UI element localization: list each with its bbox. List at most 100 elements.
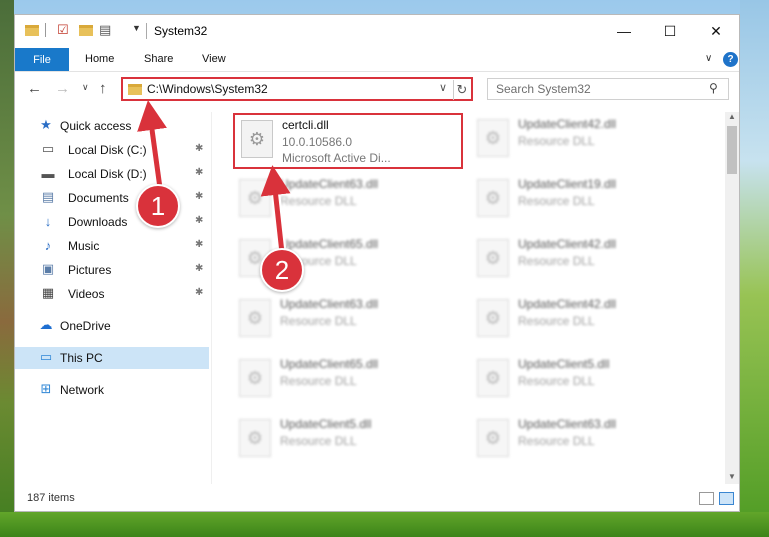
pane-divider[interactable] (211, 112, 212, 484)
dll-file-icon: ⚙ (477, 419, 509, 457)
file-name: certcli.dll (282, 118, 329, 132)
file-type: Resource DLL (280, 434, 357, 448)
sidebar-item-label: Documents (68, 191, 129, 205)
file-name: UpdateClient19.dll (518, 177, 617, 191)
folder-icon (25, 25, 39, 36)
title-separator (146, 23, 147, 39)
ribbon-tabs: File Home Share View ∨ ? (15, 48, 739, 72)
folder-icon (128, 84, 142, 95)
step-callout-2: 2 (260, 248, 304, 292)
sidebar-item-network[interactable]: ⊞ Network (15, 379, 209, 401)
close-button[interactable]: ✕ (693, 15, 739, 47)
sidebar-item-label: Music (68, 239, 100, 253)
sidebar-item-local-disk-d[interactable]: ▬ Local Disk (D:) ✱ (15, 163, 209, 185)
search-box[interactable]: Search System32 ⚲ (487, 78, 729, 100)
sidebar-item-this-pc[interactable]: ▭ This PC (15, 347, 209, 369)
search-icon[interactable]: ⚲ (709, 81, 718, 95)
dll-file-icon: ⚙ (241, 120, 273, 158)
sidebar-item-pictures[interactable]: ▣ Pictures ✱ (15, 259, 209, 281)
tab-file[interactable]: File (15, 48, 69, 71)
sidebar-item-label: Local Disk (C:) (68, 143, 147, 157)
sidebar-item-music[interactable]: ♪ Music ✱ (15, 235, 209, 257)
pin-icon[interactable]: ✱ (195, 191, 203, 202)
sidebar-item-videos[interactable]: ▦ Videos ✱ (15, 283, 209, 305)
vertical-scrollbar[interactable]: ▲ ▼ (725, 112, 739, 484)
maximize-button[interactable]: ☐ (647, 15, 693, 47)
desktop-background-right (740, 0, 769, 537)
tab-view[interactable]: View (202, 53, 226, 65)
drive-icon: ▭ (41, 141, 55, 156)
file-type: Resource DLL (518, 374, 595, 388)
file-item-certcli[interactable]: ⚙ certcli.dll 10.0.10586.0 Microsoft Act… (233, 113, 463, 169)
file-item[interactable]: ⚙ UpdateClient63.dll Resource DLL (233, 174, 463, 230)
sidebar-item-label: Quick access (60, 119, 132, 133)
sidebar-item-label: OneDrive (60, 319, 111, 333)
item-count: 187 items (27, 492, 75, 504)
tab-share[interactable]: Share (144, 53, 173, 65)
sidebar-item-local-disk-c[interactable]: ▭ Local Disk (C:) ✱ (15, 139, 209, 161)
desktop-background-bottom (0, 512, 769, 537)
pin-icon[interactable]: ✱ (195, 167, 203, 178)
file-item[interactable]: ⚙ UpdateClient5.dll Resource DLL (471, 354, 701, 410)
toolbar-separator (45, 23, 46, 37)
file-type: Resource DLL (518, 134, 595, 148)
details-view-icon[interactable] (699, 492, 714, 505)
address-path[interactable]: C:\Windows\System32 (147, 82, 268, 96)
sidebar-item-downloads[interactable]: ↓ Downloads ✱ (15, 211, 209, 233)
file-type: Resource DLL (518, 194, 595, 208)
cloud-icon: ☁ (39, 317, 53, 332)
properties-icon[interactable]: ☑ (57, 22, 69, 38)
documents-icon: ▤ (41, 189, 55, 204)
file-item[interactable]: ⚙ UpdateClient65.dll Resource DLL (233, 354, 463, 410)
dll-file-icon: ⚙ (239, 359, 271, 397)
scroll-up-icon[interactable]: ▲ (728, 112, 736, 121)
customize-toolbar-icon[interactable]: ▤ (99, 22, 111, 38)
file-item[interactable]: ⚙ UpdateClient63.dll Resource DLL (233, 294, 463, 350)
refresh-icon[interactable]: ↻ (453, 80, 470, 100)
tab-home[interactable]: Home (85, 53, 114, 65)
recent-locations-icon[interactable]: ∨ (82, 82, 89, 93)
pin-icon[interactable]: ✱ (195, 143, 203, 154)
minimize-button[interactable]: — (601, 15, 647, 47)
pin-icon[interactable]: ✱ (195, 287, 203, 298)
sidebar-item-label: Local Disk (D:) (68, 167, 147, 181)
back-arrow-icon[interactable]: ← (27, 80, 42, 97)
expand-ribbon-icon[interactable]: ∨ (705, 53, 712, 64)
video-icon: ▦ (41, 285, 55, 300)
dll-file-icon: ⚙ (477, 299, 509, 337)
star-icon: ★ (40, 117, 52, 132)
large-icons-view-icon[interactable] (719, 492, 734, 505)
file-type: Resource DLL (518, 314, 595, 328)
file-item[interactable]: ⚙ UpdateClient42.dll Resource DLL (471, 234, 701, 290)
pin-icon[interactable]: ✱ (195, 215, 203, 226)
up-arrow-icon[interactable]: ↑ (99, 80, 107, 97)
forward-arrow-icon[interactable]: → (55, 80, 70, 97)
sidebar-item-quick-access[interactable]: ★ Quick access (15, 115, 209, 137)
file-type: Resource DLL (280, 314, 357, 328)
file-type: Resource DLL (280, 194, 357, 208)
dll-file-icon: ⚙ (477, 239, 509, 277)
file-item[interactable]: ⚙ UpdateClient42.dll Resource DLL (471, 114, 701, 170)
pc-icon: ▭ (39, 349, 53, 364)
new-folder-icon[interactable] (79, 25, 93, 36)
chevron-down-icon[interactable]: ▼ (132, 23, 141, 33)
sidebar-item-onedrive[interactable]: ☁ OneDrive (15, 315, 209, 337)
address-bar[interactable]: C:\Windows\System32 ∨ (121, 77, 473, 101)
file-item[interactable]: ⚙ UpdateClient19.dll Resource DLL (471, 174, 701, 230)
help-icon[interactable]: ? (723, 52, 738, 67)
music-icon: ♪ (44, 237, 52, 253)
drive-icon: ▬ (41, 165, 55, 181)
pin-icon[interactable]: ✱ (195, 263, 203, 274)
address-dropdown-icon[interactable]: ∨ (439, 81, 447, 94)
scrollbar-thumb[interactable] (727, 126, 737, 174)
pin-icon[interactable]: ✱ (195, 239, 203, 250)
window-title: System32 (154, 24, 208, 38)
file-name: UpdateClient65.dll (280, 357, 379, 371)
file-type: Resource DLL (280, 374, 357, 388)
dll-file-icon: ⚙ (239, 299, 271, 337)
file-item[interactable]: ⚙ UpdateClient5.dll Resource DLL (233, 414, 463, 470)
file-item[interactable]: ⚙ UpdateClient63.dll Resource DLL (471, 414, 701, 470)
scroll-down-icon[interactable]: ▼ (728, 472, 736, 481)
file-name: UpdateClient63.dll (518, 417, 617, 431)
file-item[interactable]: ⚙ UpdateClient42.dll Resource DLL (471, 294, 701, 350)
